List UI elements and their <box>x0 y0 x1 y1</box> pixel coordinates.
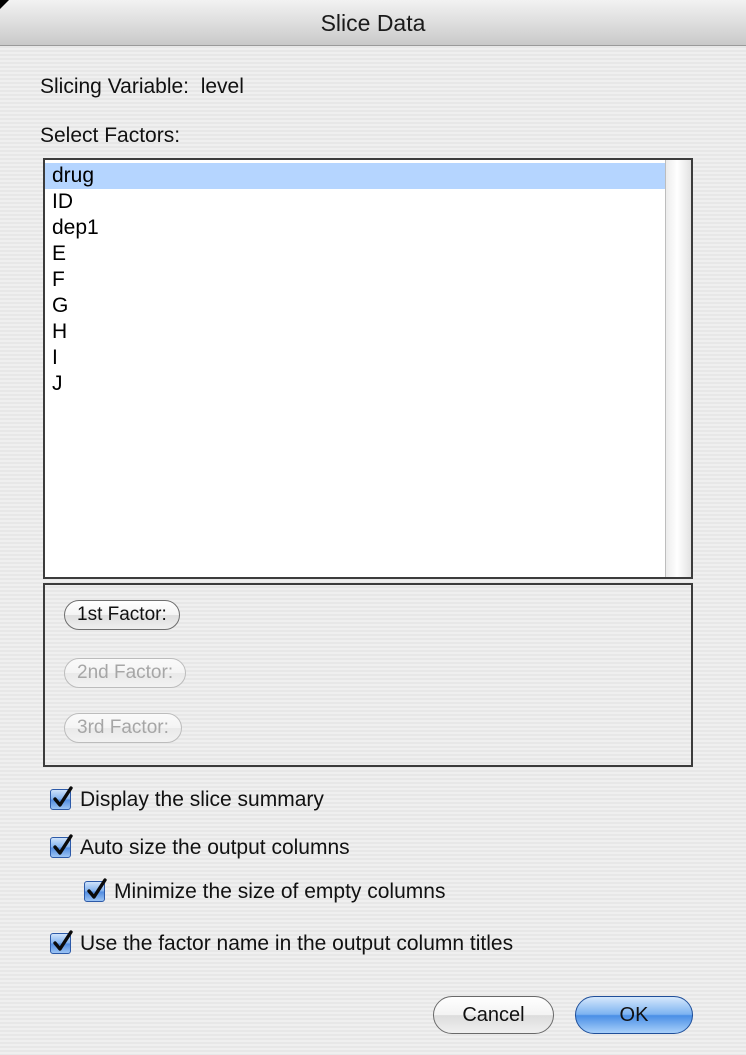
factor-assignment-box: 1st Factor: 2nd Factor: 3rd Factor: <box>43 583 693 767</box>
title-bar[interactable]: Slice Data <box>0 0 746 46</box>
list-item-drug[interactable]: drug <box>45 163 667 189</box>
slice-data-dialog: Slice Data Slicing Variable: level Selec… <box>0 0 746 1055</box>
checkmark-icon <box>53 930 73 951</box>
second-factor-button[interactable]: 2nd Factor: <box>64 658 187 688</box>
factor-list-items: drug ID dep1 E F G H I J <box>45 163 667 397</box>
use-factor-name-checkbox[interactable] <box>50 930 73 954</box>
checkmark-icon <box>87 878 107 899</box>
checkmark-icon <box>53 786 73 807</box>
window-title: Slice Data <box>320 10 426 36</box>
list-item-j[interactable]: J <box>45 371 667 397</box>
slicing-variable-value: level <box>200 75 244 98</box>
list-item-h[interactable]: H <box>45 319 667 345</box>
minimize-empty-label: Minimize the size of empty columns <box>114 880 446 903</box>
list-scrollbar[interactable] <box>665 160 691 577</box>
auto-size-checkbox[interactable] <box>50 834 73 858</box>
list-item-f[interactable]: F <box>45 267 667 293</box>
slicing-variable-row: Slicing Variable: level <box>40 75 244 99</box>
ok-button[interactable]: OK <box>575 996 693 1034</box>
minimize-empty-checkbox[interactable] <box>84 878 107 902</box>
list-item-dep1[interactable]: dep1 <box>45 215 667 241</box>
slicing-variable-label: Slicing Variable: <box>40 75 190 98</box>
list-item-i[interactable]: I <box>45 345 667 371</box>
auto-size-label: Auto size the output columns <box>80 836 350 859</box>
cancel-button[interactable]: Cancel <box>433 996 554 1034</box>
display-summary-label: Display the slice summary <box>80 788 324 811</box>
select-factors-label: Select Factors: <box>40 124 181 147</box>
list-item-g[interactable]: G <box>45 293 667 319</box>
factor-list[interactable]: drug ID dep1 E F G H I J <box>43 158 693 579</box>
checkmark-icon <box>53 834 73 855</box>
list-item-e[interactable]: E <box>45 241 667 267</box>
display-summary-checkbox[interactable] <box>50 786 73 810</box>
use-factor-name-label: Use the factor name in the output column… <box>80 932 514 955</box>
first-factor-button[interactable]: 1st Factor: <box>64 600 180 630</box>
list-item-id[interactable]: ID <box>45 189 667 215</box>
third-factor-button[interactable]: 3rd Factor: <box>64 713 182 743</box>
